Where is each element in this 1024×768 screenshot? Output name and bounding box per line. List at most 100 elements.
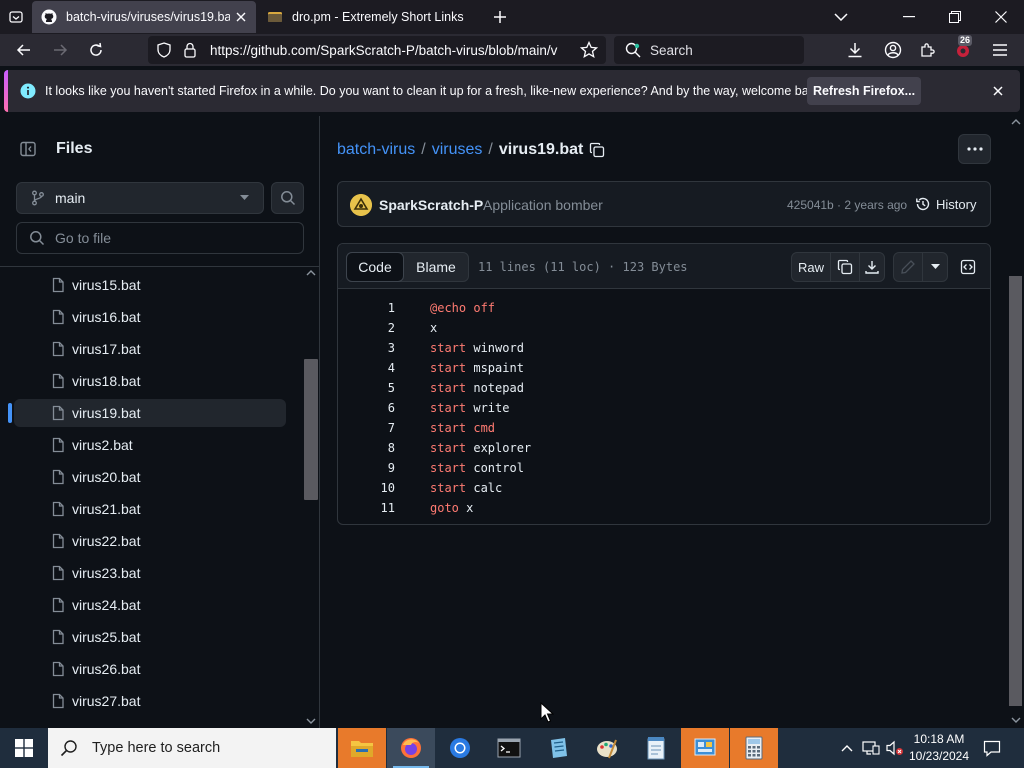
taskbar-clock[interactable]: 10:18 AM 10/23/2024	[908, 731, 970, 765]
shield-icon[interactable]	[156, 42, 172, 58]
line-number[interactable]: 7	[338, 421, 395, 435]
taskbar-command-prompt[interactable]	[485, 728, 533, 768]
url-bar[interactable]: https://github.com/SparkScratch-P/batch-…	[148, 36, 606, 64]
raw-button[interactable]: Raw	[791, 252, 831, 282]
tab-blame[interactable]: Blame	[404, 253, 468, 281]
edit-file-button[interactable]	[893, 252, 923, 282]
taskbar-paint[interactable]	[583, 728, 631, 768]
commit-hash-and-time[interactable]: 425041b · 2 years ago	[787, 198, 907, 212]
tree-item-file[interactable]: virus23.bat	[14, 559, 286, 587]
go-to-file-input[interactable]: Go to file	[16, 222, 304, 254]
taskbar-calculator[interactable]	[730, 728, 778, 768]
puzzle-icon	[921, 43, 935, 57]
volume-tray-icon-button[interactable]	[884, 728, 906, 768]
commit-message[interactable]: Application bomber	[483, 197, 603, 213]
tab-dropm[interactable]: dro.pm - Extremely Short Links	[258, 0, 488, 34]
code-line: 2x	[338, 318, 990, 338]
minimize-button[interactable]	[886, 0, 932, 34]
search-bar[interactable]: Search	[614, 36, 804, 64]
tree-item-file[interactable]: virus18.bat	[14, 367, 286, 395]
taskbar-notepad[interactable]	[632, 728, 680, 768]
restore-button[interactable]	[932, 0, 978, 34]
action-center-button[interactable]	[978, 728, 1006, 768]
taskbar-firefox[interactable]	[387, 728, 435, 768]
taskbar-wordpad[interactable]	[534, 728, 582, 768]
code-text: calc	[466, 481, 503, 495]
symbols-panel-button[interactable]	[954, 252, 982, 282]
scrollbar-thumb[interactable]	[1009, 276, 1022, 706]
history-button[interactable]: History	[915, 196, 976, 212]
taskbar-control-panel[interactable]	[681, 728, 729, 768]
code-keyword: @echo off	[430, 301, 496, 315]
sidebar-collapse-icon[interactable]	[20, 141, 36, 157]
tree-item-label: virus27.bat	[72, 693, 141, 709]
breadcrumb-repo-link[interactable]: batch-virus	[337, 141, 415, 159]
tree-item-file[interactable]: virus26.bat	[14, 655, 286, 683]
line-number[interactable]: 2	[338, 321, 395, 335]
tree-item-file[interactable]: virus16.bat	[14, 303, 286, 331]
account-button[interactable]	[880, 37, 906, 63]
downloads-button[interactable]	[842, 37, 868, 63]
list-all-tabs-button[interactable]	[818, 0, 864, 34]
tree-item-file[interactable]: virus15.bat	[14, 271, 286, 299]
tab-code[interactable]: Code	[346, 252, 404, 282]
star-icon[interactable]	[580, 41, 598, 59]
tree-item-file[interactable]: virus27.bat	[14, 687, 286, 715]
kebab-horizontal-icon	[966, 147, 983, 151]
tree-item-file[interactable]: virus21.bat	[14, 495, 286, 523]
copy-raw-button[interactable]	[830, 252, 860, 282]
lock-icon[interactable]	[182, 42, 198, 58]
line-number[interactable]: 3	[338, 341, 395, 355]
breadcrumb-folder-link[interactable]: viruses	[432, 141, 483, 159]
show-hidden-icons-button[interactable]	[836, 728, 858, 768]
tree-item-file[interactable]: virus25.bat	[14, 623, 286, 651]
tab-close-button[interactable]	[230, 6, 252, 28]
tree-item-file[interactable]: virus2.bat	[14, 431, 286, 459]
edit-options-dropdown[interactable]	[922, 252, 948, 282]
forward-button[interactable]	[47, 37, 73, 63]
network-tray-icon-button[interactable]	[860, 728, 882, 768]
line-code: start mspaint	[430, 361, 524, 375]
start-button[interactable]	[0, 728, 48, 768]
window-close-button[interactable]	[978, 0, 1024, 34]
tree-item-label: virus15.bat	[72, 277, 141, 293]
tab-github-virus19[interactable]: batch-virus/viruses/virus19.bat at	[32, 1, 256, 33]
menu-button[interactable]	[987, 37, 1013, 63]
taskbar-file-explorer[interactable]	[338, 728, 386, 768]
file-icon	[52, 341, 64, 357]
extensions-button[interactable]	[915, 37, 941, 63]
tree-item-file[interactable]: virus19.bat	[8, 399, 286, 427]
file-tree-scrollbar[interactable]	[303, 267, 319, 728]
download-raw-button[interactable]	[859, 252, 885, 282]
branch-selector[interactable]: main	[16, 182, 264, 214]
line-number[interactable]: 6	[338, 401, 395, 415]
back-button[interactable]	[11, 37, 37, 63]
refresh-firefox-button[interactable]: Refresh Firefox...	[807, 77, 921, 105]
line-number[interactable]: 10	[338, 481, 395, 495]
scrollbar-thumb[interactable]	[304, 359, 318, 500]
tab-list-button[interactable]	[0, 0, 32, 34]
new-tab-button[interactable]	[488, 5, 512, 29]
line-number[interactable]: 9	[338, 461, 395, 475]
file-search-button[interactable]	[271, 182, 304, 214]
line-number[interactable]: 5	[338, 381, 395, 395]
line-number[interactable]: 11	[338, 501, 395, 515]
tree-item-file[interactable]: virus24.bat	[14, 591, 286, 619]
taskbar-search-box[interactable]: Type here to search	[48, 728, 336, 768]
more-options-button[interactable]	[958, 134, 991, 164]
tree-item-file[interactable]: virus20.bat	[14, 463, 286, 491]
commit-author[interactable]: SparkScratch-P	[379, 197, 483, 213]
tree-item-file[interactable]: virus17.bat	[14, 335, 286, 363]
tree-item-file[interactable]: virus22.bat	[14, 527, 286, 555]
avatar[interactable]	[350, 194, 372, 216]
notification-close-button[interactable]	[989, 82, 1007, 100]
copy-path-icon[interactable]	[589, 142, 605, 158]
line-number[interactable]: 4	[338, 361, 395, 375]
clock-date: 10/23/2024	[908, 749, 970, 763]
taskbar-chrome[interactable]	[436, 728, 484, 768]
reload-button[interactable]	[83, 37, 109, 63]
line-number[interactable]: 1	[338, 301, 395, 315]
line-number[interactable]: 8	[338, 441, 395, 455]
page-scrollbar[interactable]	[1007, 116, 1024, 728]
tree-item-label: virus19.bat	[72, 405, 141, 421]
